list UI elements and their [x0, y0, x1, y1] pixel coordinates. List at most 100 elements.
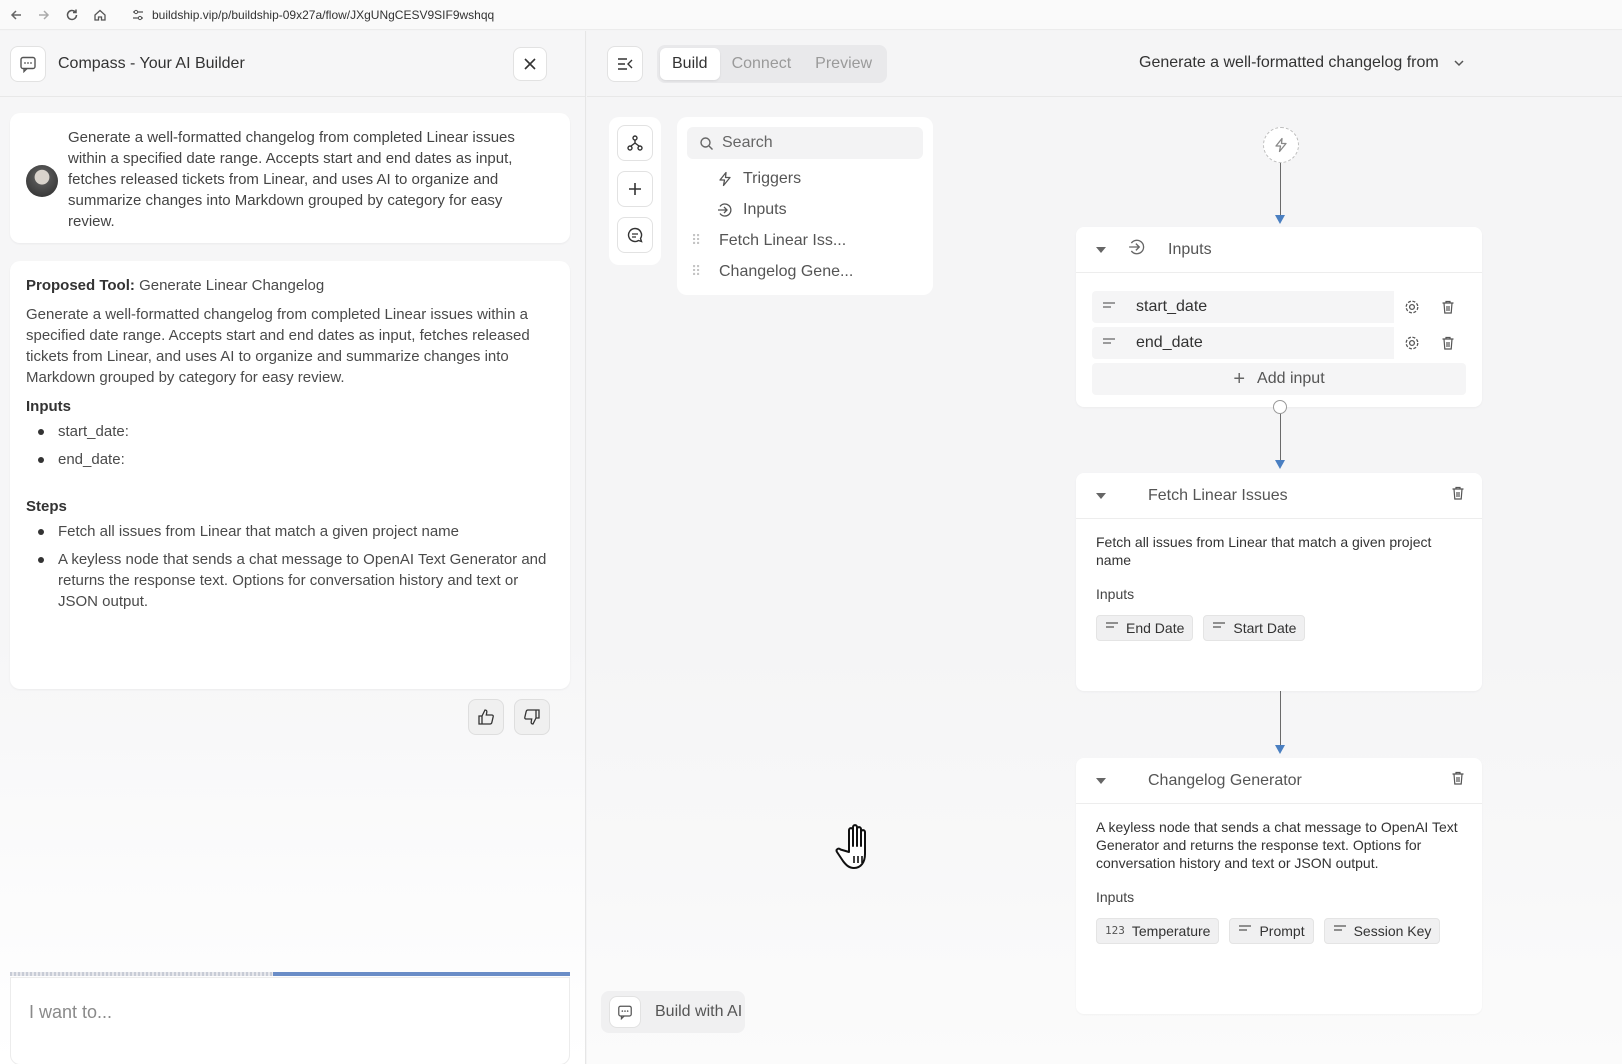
number-type-icon: 123: [1105, 924, 1125, 937]
tab-build[interactable]: Build: [660, 47, 720, 80]
input-chip[interactable]: End Date: [1096, 615, 1194, 641]
input-name[interactable]: end_date: [1136, 334, 1394, 352]
text-type-icon: [1238, 922, 1252, 940]
collapse-caret-icon[interactable]: [1096, 777, 1106, 784]
flow-arrow-icon: [1275, 460, 1285, 469]
mode-tabs: Build Connect Preview: [657, 44, 888, 83]
avatar: [26, 165, 58, 197]
node-list-panel: Triggers Inputs ⠿ Fetch Linear Iss... ⠿ …: [677, 117, 933, 295]
tab-preview[interactable]: Preview: [803, 48, 884, 80]
plus-icon: [629, 183, 641, 195]
proposal-steps-list: Fetch all issues from Linear that match …: [26, 521, 554, 612]
tab-connect[interactable]: Connect: [720, 48, 804, 80]
delete-node-button[interactable]: [1450, 485, 1466, 506]
node-header[interactable]: Changelog Generator: [1076, 758, 1482, 804]
chip-label: Prompt: [1259, 923, 1305, 939]
url-text[interactable]: buildship.vip/p/buildship-09x27a/flow/JX…: [152, 8, 494, 22]
proposal-inputs-heading: Inputs: [26, 398, 71, 415]
close-button[interactable]: [513, 46, 547, 81]
trigger-node[interactable]: [1263, 127, 1299, 163]
gear-icon: [1405, 336, 1419, 350]
thumbs-up-icon: [478, 709, 494, 725]
thumbs-up-button[interactable]: [468, 699, 504, 735]
thumbs-down-button[interactable]: [514, 699, 550, 735]
node-list-item[interactable]: ⠿ Changelog Gene...: [687, 256, 923, 287]
sidebar-collapse-icon: [618, 57, 633, 70]
close-icon: [524, 57, 536, 70]
forward-icon[interactable]: [32, 3, 56, 27]
inputs-node: Inputs start_date end_date + Add input: [1076, 227, 1482, 407]
lightning-icon: [1275, 137, 1287, 153]
node-list-label: Triggers: [743, 169, 802, 187]
user-message: Generate a well-formatted changelog from…: [10, 113, 570, 243]
proposed-tool-description: Generate a well-formatted changelog from…: [26, 306, 530, 386]
collapse-caret-icon[interactable]: [1096, 246, 1106, 253]
trash-icon: [1452, 486, 1464, 500]
flow-connector-line: [1280, 163, 1281, 215]
flow-arrow-icon: [1275, 215, 1285, 224]
input-chip[interactable]: 123 Temperature: [1096, 918, 1220, 944]
flow-title-dropdown[interactable]: Generate a well-formatted changelog from: [1139, 54, 1465, 72]
chat-input[interactable]: [29, 1002, 529, 1023]
node-list-inputs[interactable]: Inputs: [687, 194, 923, 225]
input-chip[interactable]: Prompt: [1229, 918, 1314, 944]
fetch-linear-issues-node[interactable]: Fetch Linear Issues Fetch all issues fro…: [1076, 473, 1482, 691]
inputs-node-header[interactable]: Inputs: [1076, 227, 1482, 273]
changelog-generator-node[interactable]: Changelog Generator A keyless node that …: [1076, 758, 1482, 1014]
node-list-item[interactable]: ⠿ Fetch Linear Iss...: [687, 225, 923, 256]
proposed-tool-card: Proposed Tool: Generate Linear Changelog…: [10, 261, 570, 689]
delete-button[interactable]: [1430, 327, 1466, 359]
list-item: Fetch all issues from Linear that match …: [26, 521, 554, 542]
collapse-caret-icon[interactable]: [1096, 492, 1106, 499]
node-header[interactable]: Fetch Linear Issues: [1076, 473, 1482, 519]
text-type-icon: [1333, 922, 1347, 940]
drag-handle-icon[interactable]: ⠿: [687, 232, 719, 249]
node-body: A keyless node that sends a chat message…: [1076, 804, 1482, 958]
text-type-icon: [1092, 298, 1136, 316]
build-with-ai-button[interactable]: Build with AI: [601, 991, 745, 1033]
toggle-sidebar-button[interactable]: [607, 45, 643, 82]
compass-header: Compass - Your AI Builder: [0, 31, 585, 97]
text-type-icon: [1092, 334, 1136, 352]
reload-icon[interactable]: [60, 3, 84, 27]
settings-button[interactable]: [1394, 327, 1430, 359]
user-message-text: Generate a well-formatted changelog from…: [68, 129, 515, 230]
compass-panel: Compass - Your AI Builder Generate a wel…: [0, 31, 586, 1064]
trash-icon: [1442, 336, 1454, 350]
chat-input-box[interactable]: [10, 977, 570, 1064]
back-icon[interactable]: [4, 3, 28, 27]
node-search[interactable]: [687, 127, 923, 159]
flow-connector-line: [1280, 414, 1281, 460]
proposal-steps-heading: Steps: [26, 498, 67, 515]
chip-label: Session Key: [1353, 923, 1432, 939]
drag-handle-icon[interactable]: ⠿: [687, 263, 719, 280]
flow-structure-button[interactable]: [617, 125, 653, 161]
add-node-button[interactable]: [617, 171, 653, 207]
settings-button[interactable]: [1394, 291, 1430, 323]
add-input-button[interactable]: + Add input: [1092, 363, 1466, 395]
comment-button[interactable]: [617, 217, 653, 253]
generation-progress-bar: [10, 972, 570, 976]
thumbs-down-icon: [524, 709, 540, 725]
search-input[interactable]: [722, 134, 902, 152]
flow-tree-icon: [627, 135, 643, 151]
browser-url-bar: buildship.vip/p/buildship-09x27a/flow/JX…: [0, 0, 1622, 30]
delete-node-button[interactable]: [1450, 770, 1466, 791]
home-icon[interactable]: [88, 3, 112, 27]
input-chip[interactable]: Start Date: [1203, 615, 1306, 641]
input-name[interactable]: start_date: [1136, 298, 1394, 316]
node-title: Fetch Linear Issues: [1148, 486, 1288, 504]
connection-handle[interactable]: [1273, 400, 1287, 414]
node-title: Inputs: [1168, 240, 1212, 258]
gear-icon: [1405, 300, 1419, 314]
node-description: Fetch all issues from Linear that match …: [1096, 534, 1432, 568]
node-list-triggers[interactable]: Triggers: [687, 163, 923, 194]
text-type-icon: [1105, 619, 1119, 637]
node-inputs-label: Inputs: [1096, 889, 1135, 905]
input-chip[interactable]: Session Key: [1323, 918, 1441, 944]
delete-button[interactable]: [1430, 291, 1466, 323]
input-row[interactable]: end_date: [1092, 327, 1466, 359]
site-info-icon[interactable]: [126, 3, 150, 27]
builder-header: Build Connect Preview Generate a well-fo…: [587, 31, 1622, 97]
input-row[interactable]: start_date: [1092, 291, 1466, 323]
